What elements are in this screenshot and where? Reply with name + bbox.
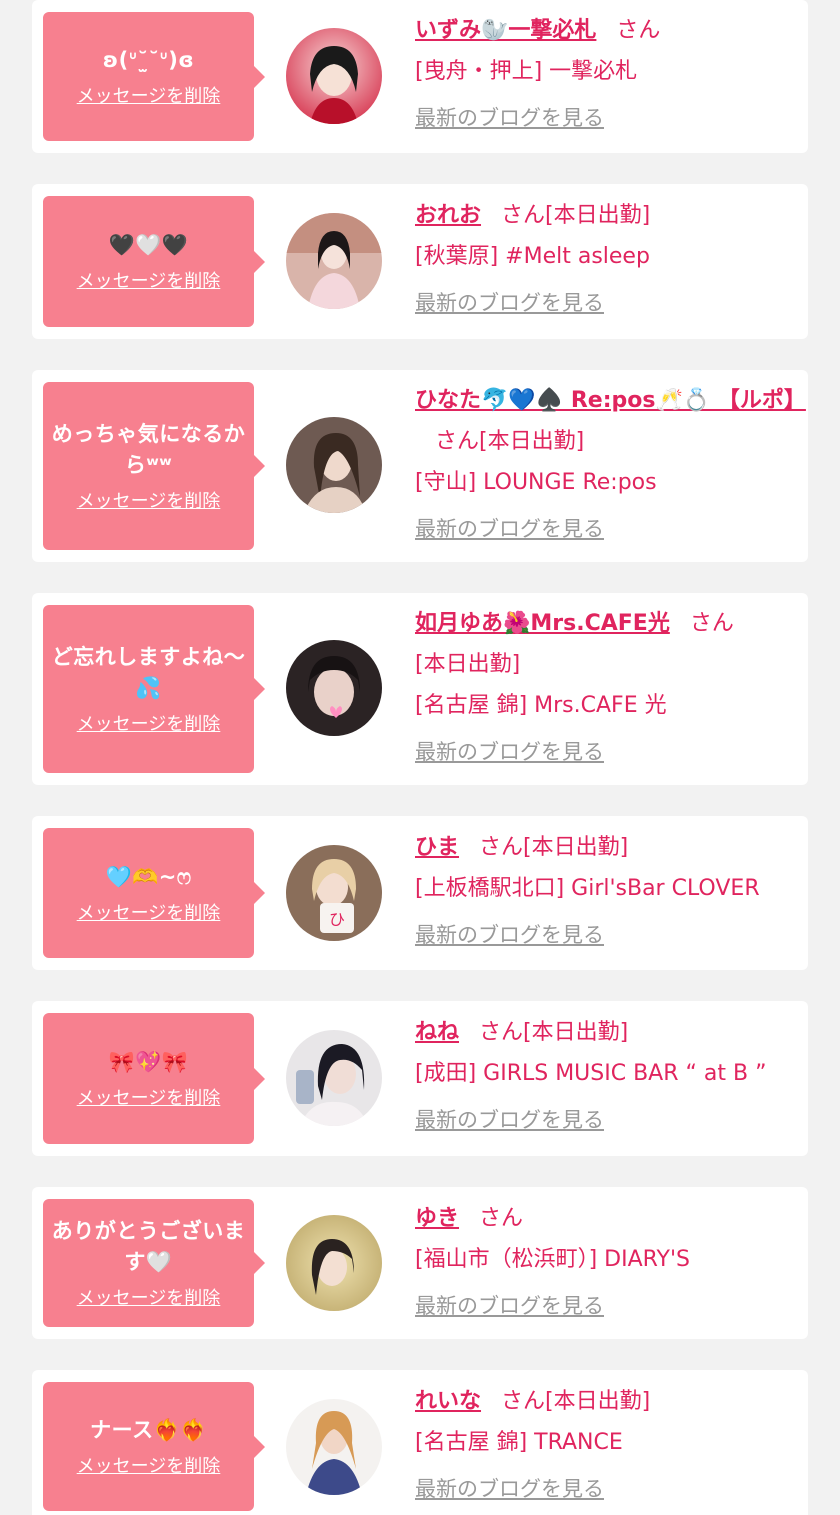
avatar[interactable] [286,1030,382,1126]
cast-info: ひま さん[本日出勤] [上板橋駅北口] Girl'sBar CLOVER 最新の… [415,827,805,956]
status-label: [本日出勤] [415,652,521,677]
delete-message-link[interactable]: メッセージを削除 [77,267,221,293]
cast-info: 如月ゆあ🌺Mrs.CAFE光 さん [本日出勤] [名古屋 錦] Mrs.CAFE… [415,603,805,773]
delete-message-link[interactable]: メッセージを削除 [77,899,221,925]
status-label: [本日出勤] [523,835,629,860]
message-card: ど忘れしますよね〜💦 メッセージを削除 如月ゆあ🌺Mrs.CAFE光 さん [本日… [32,593,808,785]
message-card: 🖤🤍🖤 メッセージを削除 おれお さん[本日出勤] [秋葉原] #Melt asl… [32,184,808,339]
delete-message-link[interactable]: メッセージを削除 [77,1284,221,1310]
cast-name-link[interactable]: ゆき [415,1206,459,1231]
cast-name-link[interactable]: 如月ゆあ🌺Mrs.CAFE光 [415,611,670,636]
latest-blog-link[interactable]: 最新のブログを見る [415,509,604,550]
status-label: [本日出勤] [479,429,585,454]
shop-name: [上板橋駅北口] Girl'sBar CLOVER [415,876,760,901]
honorific: さん [435,429,480,454]
delete-message-link[interactable]: メッセージを削除 [77,82,221,108]
message-text: ナース❤️‍🔥❤️‍🔥 [90,1418,207,1442]
message-text: 🖤🤍🖤 [108,233,189,257]
cast-name-link[interactable]: ひなた🐬💙♠️ Re:pos🥂💍 【ルポ】 [415,388,806,413]
honorific: さん [616,18,661,43]
latest-blog-link[interactable]: 最新のブログを見る [415,915,604,956]
honorific: さん [479,1020,524,1045]
message-text: めっちゃ気になるからʷʷ [51,422,246,477]
cast-info: おれお さん[本日出勤] [秋葉原] #Melt asleep 最新のブログを見る [415,195,805,324]
message-bubble: 🩵🫶~ෆ メッセージを削除 [43,828,265,958]
message-card: ナース❤️‍🔥❤️‍🔥 メッセージを削除 れいな さん[本日出勤] [名古屋 錦]… [32,1370,808,1515]
status-label: [本日出勤] [523,1020,629,1045]
shop-name: [福山市（松浜町）] DIARY'S [415,1247,690,1272]
message-text: ど忘れしますよね〜💦 [51,645,246,700]
avatar[interactable] [286,417,382,513]
delete-message-link[interactable]: メッセージを削除 [77,710,221,736]
latest-blog-link[interactable]: 最新のブログを見る [415,1100,604,1141]
avatar[interactable] [286,1399,382,1495]
cast-name-link[interactable]: ひま [415,835,459,860]
cast-info: いずみ🦭一撃必札 さん [曳舟・押上] 一撃必札 最新のブログを見る [415,10,805,139]
message-card: 🩵🫶~ෆ メッセージを削除 ひ ひま さん[本日出勤] [上板橋駅北口] Girl… [32,816,808,970]
shop-name: [曳舟・押上] 一撃必札 [415,59,638,84]
latest-blog-link[interactable]: 最新のブログを見る [415,1469,604,1510]
message-card: ʚ(ᐡ˘̫˘ᐡ)ɞ メッセージを削除 いずみ🦭一撃必札 さん [曳舟・押上] 一撃… [32,0,808,153]
cast-name-link[interactable]: ねね [415,1020,459,1045]
shop-name: [名古屋 錦] Mrs.CAFE 光 [415,693,667,718]
avatar[interactable] [286,213,382,309]
delete-message-link[interactable]: メッセージを削除 [77,1452,221,1478]
avatar[interactable]: ひ [286,845,382,941]
message-bubble: ありがとうございます🤍 メッセージを削除 [43,1199,265,1327]
latest-blog-link[interactable]: 最新のブログを見る [415,1286,604,1327]
cast-name-link[interactable]: いずみ🦭一撃必札 [415,18,596,43]
message-card: ありがとうございます🤍 メッセージを削除 ゆき さん [福山市（松浜町）] DIA… [32,1187,808,1339]
honorific: さん [479,1206,524,1231]
honorific: さん [479,835,524,860]
delete-message-link[interactable]: メッセージを削除 [77,487,221,513]
shop-name: [成田] GIRLS MUSIC BAR “ at B ” [415,1061,767,1086]
message-text: 🎀💖🎀 [108,1050,189,1074]
cast-info: ねね さん[本日出勤] [成田] GIRLS MUSIC BAR “ at B ”… [415,1012,805,1141]
message-bubble: めっちゃ気になるからʷʷ メッセージを削除 [43,382,265,550]
honorific: さん [689,611,734,636]
message-card: めっちゃ気になるからʷʷ メッセージを削除 ひなた🐬💙♠️ Re:pos🥂💍 【… [32,370,808,562]
shop-name: [守山] LOUNGE Re:pos [415,470,657,495]
message-text: 🩵🫶~ෆ [105,864,192,889]
message-text: ʚ(ᐡ˘̫˘ᐡ)ɞ [102,48,195,72]
shop-name: [秋葉原] #Melt asleep [415,244,650,269]
shop-name: [名古屋 錦] TRANCE [415,1430,623,1455]
status-label: [本日出勤] [545,1389,651,1414]
avatar[interactable] [286,28,382,124]
status-label: [本日出勤] [545,203,651,228]
message-text: ありがとうございます🤍 [51,1219,246,1274]
message-bubble: 🖤🤍🖤 メッセージを削除 [43,196,265,327]
svg-text:ひ: ひ [329,910,345,929]
latest-blog-link[interactable]: 最新のブログを見る [415,98,604,139]
message-bubble: ど忘れしますよね〜💦 メッセージを削除 [43,605,265,773]
cast-info: ゆき さん [福山市（松浜町）] DIARY'S 最新のブログを見る [415,1198,805,1327]
honorific: さん [501,203,546,228]
cast-info: ひなた🐬💙♠️ Re:pos🥂💍 【ルポ】さん[本日出勤] [守山] LOUNG… [415,380,806,550]
honorific: さん [501,1389,546,1414]
latest-blog-link[interactable]: 最新のブログを見る [415,283,604,324]
message-card: 🎀💖🎀 メッセージを削除 ねね さん[本日出勤] [成田] GIRLS MUSIC… [32,1001,808,1156]
message-bubble: ʚ(ᐡ˘̫˘ᐡ)ɞ メッセージを削除 [43,12,265,141]
message-bubble: 🎀💖🎀 メッセージを削除 [43,1013,265,1144]
avatar[interactable] [286,1215,382,1311]
avatar[interactable] [286,640,382,736]
cast-info: れいな さん[本日出勤] [名古屋 錦] TRANCE 最新のブログを見る [415,1381,805,1510]
latest-blog-link[interactable]: 最新のブログを見る [415,732,604,773]
cast-name-link[interactable]: れいな [415,1389,481,1414]
delete-message-link[interactable]: メッセージを削除 [77,1084,221,1110]
message-bubble: ナース❤️‍🔥❤️‍🔥 メッセージを削除 [43,1382,265,1511]
cast-name-link[interactable]: おれお [415,203,481,228]
